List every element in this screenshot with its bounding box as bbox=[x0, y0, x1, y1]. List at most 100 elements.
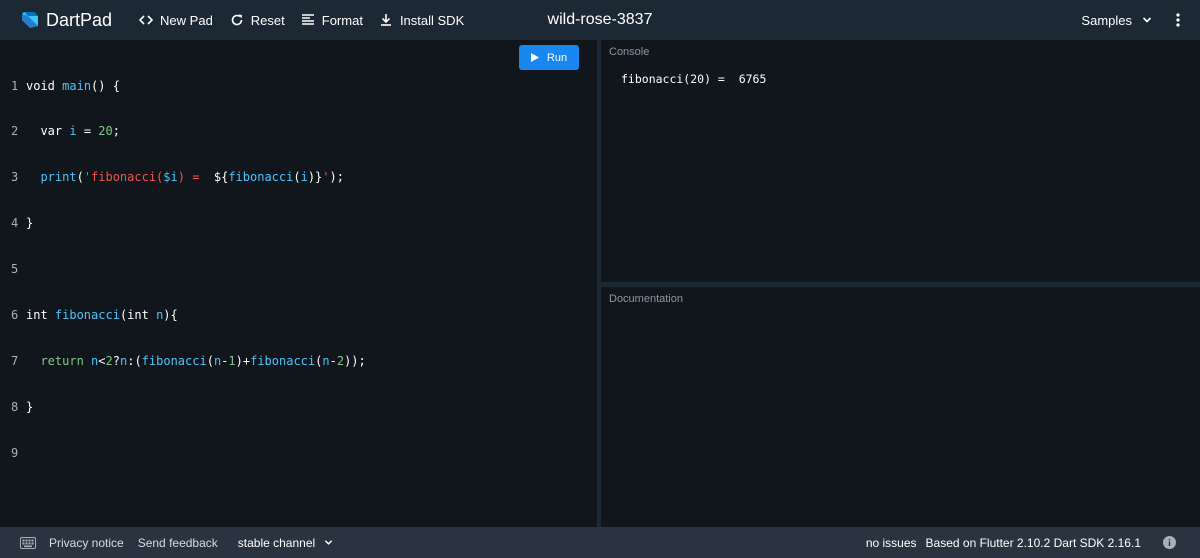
install-sdk-button[interactable]: Install SDK bbox=[379, 13, 464, 28]
code-token: )+ bbox=[235, 353, 251, 368]
code-token: 20 bbox=[98, 124, 113, 139]
new-pad-label: New Pad bbox=[160, 12, 213, 28]
line-number: 7 bbox=[11, 353, 19, 368]
code-token: print bbox=[40, 170, 77, 185]
info-icon[interactable] bbox=[1163, 536, 1176, 549]
send-feedback-link[interactable]: Send feedback bbox=[138, 536, 218, 550]
code-area[interactable]: 1 void main() { 2 var i = 20; 3 print('f… bbox=[0, 48, 366, 492]
code-token: $i bbox=[163, 170, 178, 185]
status-right: no issues Based on Flutter 2.10.2 Dart S… bbox=[866, 527, 1200, 558]
code-token: void bbox=[26, 78, 55, 93]
samples-label: Samples bbox=[1081, 12, 1132, 28]
code-line: 2 var i = 20; bbox=[0, 124, 366, 139]
code-token: () { bbox=[91, 78, 120, 93]
code-token: fibonacci bbox=[141, 353, 207, 368]
code-token: 2 bbox=[105, 353, 113, 368]
line-number: 9 bbox=[11, 445, 19, 460]
channel-label: stable channel bbox=[237, 535, 316, 550]
issues-status[interactable]: no issues bbox=[866, 536, 917, 550]
line-number: 8 bbox=[11, 399, 19, 414]
chevron-down-icon bbox=[1142, 17, 1152, 23]
line-number: 1 bbox=[11, 78, 19, 93]
code-token: n bbox=[213, 353, 222, 368]
code-token: ) = bbox=[177, 170, 214, 185]
documentation-panel: Documentation bbox=[601, 287, 1200, 527]
dart-logo-icon bbox=[22, 12, 38, 28]
line-number: 6 bbox=[11, 308, 19, 323]
code-token: ( bbox=[315, 353, 323, 368]
code-token: 2 bbox=[336, 353, 345, 368]
code-token: n bbox=[91, 353, 99, 368]
code-token: ); bbox=[329, 170, 344, 185]
console-title: Console bbox=[609, 46, 650, 58]
code-token: return bbox=[40, 353, 84, 368]
console-output: fibonacci(20) = 6765 bbox=[621, 72, 767, 86]
brand[interactable]: DartPad bbox=[20, 10, 112, 31]
more-vertical-icon[interactable] bbox=[1170, 12, 1186, 28]
code-token: ' bbox=[322, 170, 330, 185]
reset-label: Reset bbox=[250, 12, 285, 28]
refresh-icon bbox=[230, 13, 244, 27]
format-label: Format bbox=[321, 12, 363, 28]
line-number: 4 bbox=[11, 216, 19, 231]
code-token: - bbox=[329, 353, 337, 368]
code-line: 4 } bbox=[0, 216, 366, 231]
console-panel: Console fibonacci(20) = 6765 bbox=[601, 40, 1200, 282]
code-token: )} bbox=[307, 170, 323, 185]
code-token: = bbox=[76, 124, 99, 139]
code-token: n bbox=[156, 308, 164, 323]
code-token: } bbox=[26, 216, 34, 231]
code-line: 5 bbox=[0, 262, 366, 277]
code-token: ? bbox=[112, 353, 120, 368]
code-line: 1 void main() { bbox=[0, 79, 366, 94]
app-header: DartPad New Pad Reset Format Install SDK… bbox=[0, 0, 1200, 40]
channel-dropdown[interactable]: stable channel bbox=[238, 536, 333, 550]
install-sdk-label: Install SDK bbox=[399, 12, 465, 28]
code-token: - bbox=[221, 353, 229, 368]
code-editor[interactable]: 1 void main() { 2 var i = 20; 3 print('f… bbox=[0, 40, 597, 527]
code-brackets-icon bbox=[139, 13, 154, 27]
code-token: < bbox=[98, 353, 106, 368]
samples-dropdown[interactable]: Samples bbox=[1081, 0, 1152, 40]
code-token: ){ bbox=[163, 308, 178, 323]
code-token: } bbox=[26, 399, 34, 414]
code-token: :( bbox=[127, 353, 142, 368]
code-token: ; bbox=[112, 124, 120, 139]
chevron-down-icon bbox=[324, 540, 333, 545]
reset-button[interactable]: Reset bbox=[230, 13, 285, 28]
code-token: )); bbox=[344, 353, 366, 368]
line-number: 2 bbox=[11, 124, 19, 139]
code-token: ${ bbox=[213, 170, 229, 185]
brand-name: DartPad bbox=[46, 9, 113, 30]
code-token: main bbox=[62, 78, 92, 93]
keyboard-icon[interactable] bbox=[20, 536, 36, 549]
sdk-version: Based on Flutter 2.10.2 Dart SDK 2.16.1 bbox=[925, 535, 1141, 550]
code-token: 'fibonacci( bbox=[83, 170, 164, 185]
code-token: (int bbox=[119, 308, 157, 323]
code-line: 8 } bbox=[0, 400, 366, 415]
documentation-title: Documentation bbox=[609, 293, 683, 305]
new-pad-button[interactable]: New Pad bbox=[139, 13, 213, 28]
line-number: 5 bbox=[11, 262, 19, 277]
run-label: Run bbox=[546, 51, 568, 64]
code-token: ( bbox=[76, 170, 84, 185]
code-token: i bbox=[69, 124, 77, 139]
code-token: int bbox=[26, 308, 55, 323]
code-token: n bbox=[322, 353, 330, 368]
code-line: 7 return n <2? n:(fibonacci(n -1)+ fibonacci… bbox=[0, 354, 366, 369]
code-token: fibonacci bbox=[54, 308, 120, 323]
line-number: 3 bbox=[11, 170, 19, 185]
code-token: 1 bbox=[228, 353, 236, 368]
run-button[interactable]: Run bbox=[519, 45, 579, 70]
format-button[interactable]: Format bbox=[301, 13, 363, 28]
code-token: ( bbox=[206, 353, 214, 368]
privacy-notice-link[interactable]: Privacy notice bbox=[49, 536, 124, 550]
code-token: n bbox=[119, 353, 128, 368]
format-lines-icon bbox=[301, 13, 315, 27]
code-token: fibonacci bbox=[250, 353, 316, 368]
code-token: var bbox=[26, 124, 70, 139]
